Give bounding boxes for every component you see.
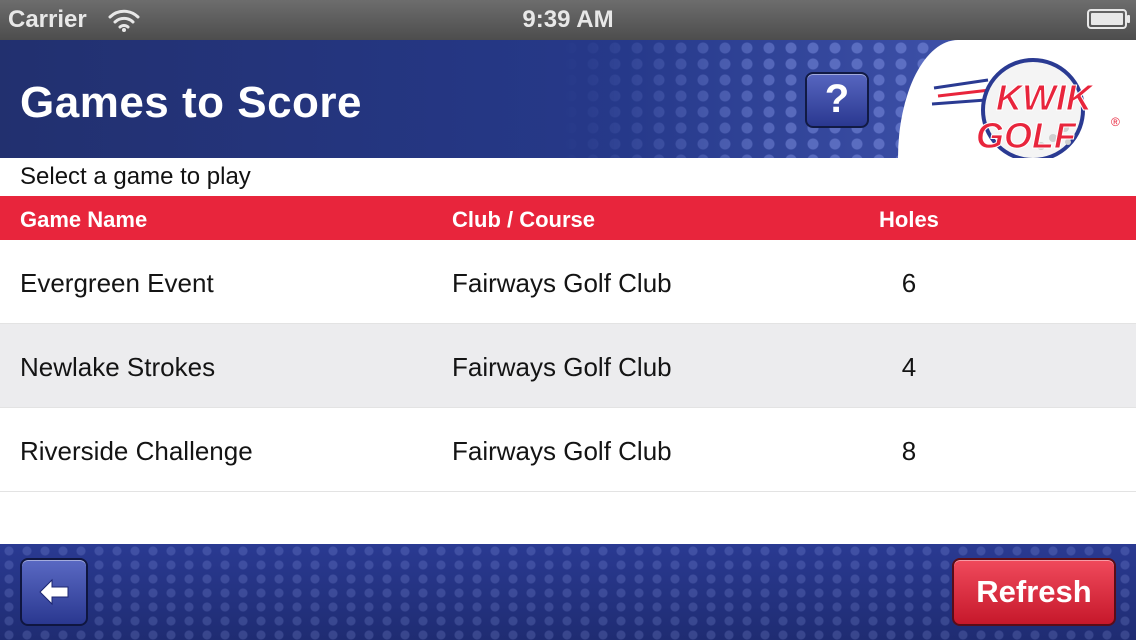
holes-count: 4: [901, 352, 917, 382]
logo-text-kwik: KWIK: [996, 77, 1095, 118]
page-title: Games to Score: [20, 78, 363, 127]
logo-registered-mark: ®: [1111, 115, 1120, 129]
table-row[interactable]: Evergreen Event Fairways Golf Club 6: [0, 240, 1136, 324]
holes-count: 8: [901, 436, 917, 466]
table-header: Game Name Club / Course Holes: [0, 196, 1136, 240]
game-name: Newlake Strokes: [20, 352, 216, 382]
refresh-button[interactable]: Refresh: [952, 558, 1116, 626]
status-time: 9:39 AM: [522, 6, 614, 33]
help-button[interactable]: ?: [805, 72, 869, 128]
game-name: Riverside Challenge: [20, 436, 253, 466]
table-row[interactable]: Riverside Challenge Fairways Golf Club 8: [0, 408, 1136, 492]
header-pattern: [560, 40, 940, 158]
club-course: Fairways Golf Club: [452, 352, 672, 382]
battery-icon: [1087, 9, 1130, 29]
status-bar: Carrier 9:39 AM: [0, 0, 1136, 40]
footer-toolbar: Refresh: [0, 544, 1136, 640]
club-course: Fairways Golf Club: [452, 436, 672, 466]
column-header-club-course: Club / Course: [452, 207, 596, 232]
app-header: Games to Score ? KWIK GOLF ®: [0, 40, 1136, 158]
column-header-game-name: Game Name: [20, 207, 148, 232]
game-name: Evergreen Event: [20, 268, 214, 298]
table-row[interactable]: Newlake Strokes Fairways Golf Club 4: [0, 324, 1136, 408]
club-course: Fairways Golf Club: [452, 268, 672, 298]
back-arrow-icon: [39, 578, 69, 606]
kwik-golf-logo: KWIK GOLF ®: [898, 40, 1136, 158]
logo-text-golf: GOLF: [976, 115, 1077, 156]
holes-count: 6: [901, 268, 917, 298]
back-button[interactable]: [20, 558, 88, 626]
instruction-text: Select a game to play: [20, 163, 251, 190]
golf-ball-logo-icon: KWIK GOLF ®: [931, 58, 1120, 158]
column-header-holes: Holes: [879, 207, 939, 232]
games-list: Evergreen Event Fairways Golf Club 6 New…: [0, 240, 1136, 492]
